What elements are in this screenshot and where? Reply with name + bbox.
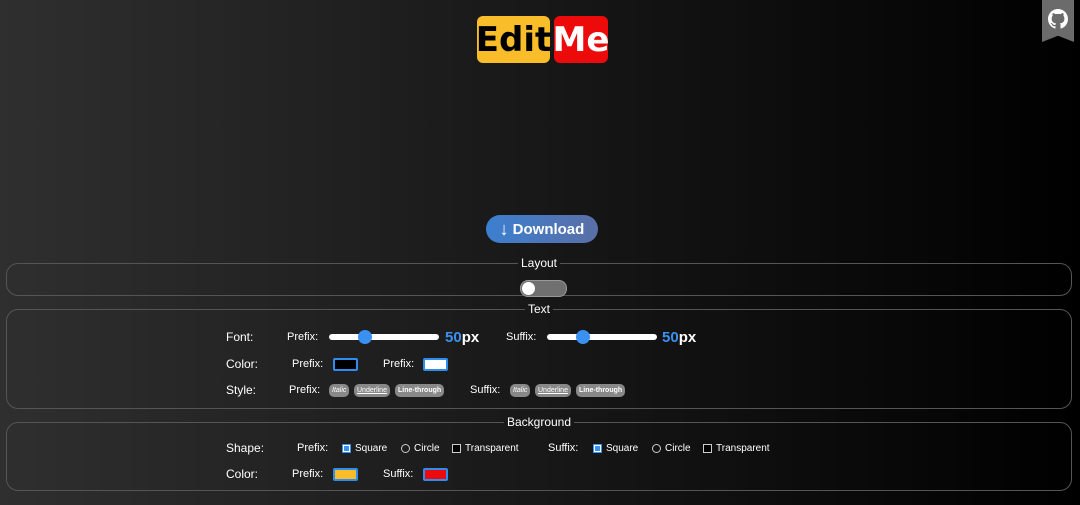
font-prefix-size: 50px xyxy=(445,329,479,346)
download-arrow-icon: ↓ xyxy=(499,218,509,239)
font-suffix-slider[interactable] xyxy=(547,330,657,344)
suffix-square-label: Square xyxy=(606,442,639,454)
prefix-transparent-option[interactable]: Transparent xyxy=(452,443,519,454)
text-color-prefix-label: Prefix: xyxy=(292,358,324,370)
github-link[interactable] xyxy=(1042,0,1074,42)
prefix-underline-chip[interactable]: Underline xyxy=(354,384,390,397)
prefix-circle-label: Circle xyxy=(414,442,440,454)
font-prefix-value: 50 xyxy=(445,328,462,346)
suffix-circle-label: Circle xyxy=(665,442,691,454)
prefix-circle-option[interactable]: Circle xyxy=(401,443,440,454)
suffix-circle-option[interactable]: Circle xyxy=(652,443,691,454)
font-suffix-size: 50px xyxy=(662,329,696,346)
text-prefix-color-swatch[interactable] xyxy=(333,358,358,371)
suffix-circle-radio[interactable] xyxy=(652,443,661,453)
toggle-knob xyxy=(522,282,535,295)
font-prefix-slider[interactable] xyxy=(329,330,439,344)
background-legend: Background xyxy=(506,415,572,429)
background-panel: Background Shape: Prefix: Square Circle … xyxy=(6,415,1072,491)
bg-color-label: Color: xyxy=(226,467,259,481)
prefix-circle-radio[interactable] xyxy=(401,443,410,453)
download-button[interactable]: ↓ Download xyxy=(486,215,598,243)
prefix-square-label: Square xyxy=(355,442,388,454)
shape-prefix-label: Prefix: xyxy=(297,442,329,454)
suffix-square-checkbox[interactable] xyxy=(593,443,602,453)
font-row: Font: Prefix: 50px Suffix: 50px xyxy=(7,327,1071,347)
suffix-italic-chip[interactable]: Italic xyxy=(510,384,531,397)
text-legend: Text xyxy=(527,302,550,316)
layout-panel: Layout xyxy=(6,256,1072,297)
suffix-transparent-label: Transparent xyxy=(716,442,770,454)
font-suffix-value: 50 xyxy=(662,328,679,346)
font-suffix-label: Suffix: xyxy=(506,331,537,343)
bg-color-suffix-label: Suffix: xyxy=(383,468,414,480)
text-color-label: Color: xyxy=(226,357,259,371)
bg-color-row: Color: Prefix: Suffix: xyxy=(7,464,1071,484)
font-prefix-label: Prefix: xyxy=(287,331,319,343)
suffix-transparent-checkbox[interactable] xyxy=(703,443,712,453)
shape-label: Shape: xyxy=(226,441,265,455)
text-style-row: Style: Prefix: Italic Underline Line-thr… xyxy=(7,380,1071,400)
suffix-linethrough-chip[interactable]: Line-through xyxy=(576,384,626,397)
github-icon xyxy=(1048,9,1068,29)
text-color-row: Color: Prefix: Prefix: xyxy=(7,354,1071,374)
prefix-square-option[interactable]: Square xyxy=(342,443,387,454)
layout-toggle[interactable] xyxy=(520,280,567,297)
layout-legend: Layout xyxy=(520,256,558,270)
slider-thumb[interactable] xyxy=(358,330,372,344)
text-suffix-color-swatch[interactable] xyxy=(423,358,448,371)
suffix-square-option[interactable]: Square xyxy=(593,443,638,454)
shape-row: Shape: Prefix: Square Circle Transparent… xyxy=(7,438,1071,458)
bg-color-prefix-label: Prefix: xyxy=(292,468,324,480)
bg-prefix-color-swatch[interactable] xyxy=(333,468,358,481)
text-color-suffix-label: Prefix: xyxy=(383,358,415,370)
text-style-label: Style: xyxy=(226,383,257,397)
slider-thumb[interactable] xyxy=(576,330,590,344)
prefix-square-checkbox[interactable] xyxy=(342,443,351,453)
logo-prefix: Edit xyxy=(476,16,551,63)
suffix-transparent-option[interactable]: Transparent xyxy=(703,443,770,454)
shape-suffix-label: Suffix: xyxy=(548,442,579,454)
prefix-transparent-label: Transparent xyxy=(465,442,519,454)
font-label: Font: xyxy=(226,330,254,344)
suffix-underline-chip[interactable]: Underline xyxy=(535,384,571,397)
font-suffix-unit: px xyxy=(678,328,697,346)
logo-suffix: Me xyxy=(553,16,609,63)
font-prefix-unit: px xyxy=(461,328,480,346)
logo: Edit Me xyxy=(476,16,609,63)
bg-suffix-color-swatch[interactable] xyxy=(423,468,448,481)
prefix-transparent-checkbox[interactable] xyxy=(452,443,461,453)
download-label: Download xyxy=(512,220,585,238)
style-prefix-label: Prefix: xyxy=(289,384,321,396)
prefix-italic-chip[interactable]: Italic xyxy=(329,384,350,397)
style-suffix-label: Suffix: xyxy=(470,384,501,396)
prefix-linethrough-chip[interactable]: Line-through xyxy=(395,384,445,397)
text-panel: Text Font: Prefix: 50px Suffix: 50px Col… xyxy=(6,302,1072,409)
